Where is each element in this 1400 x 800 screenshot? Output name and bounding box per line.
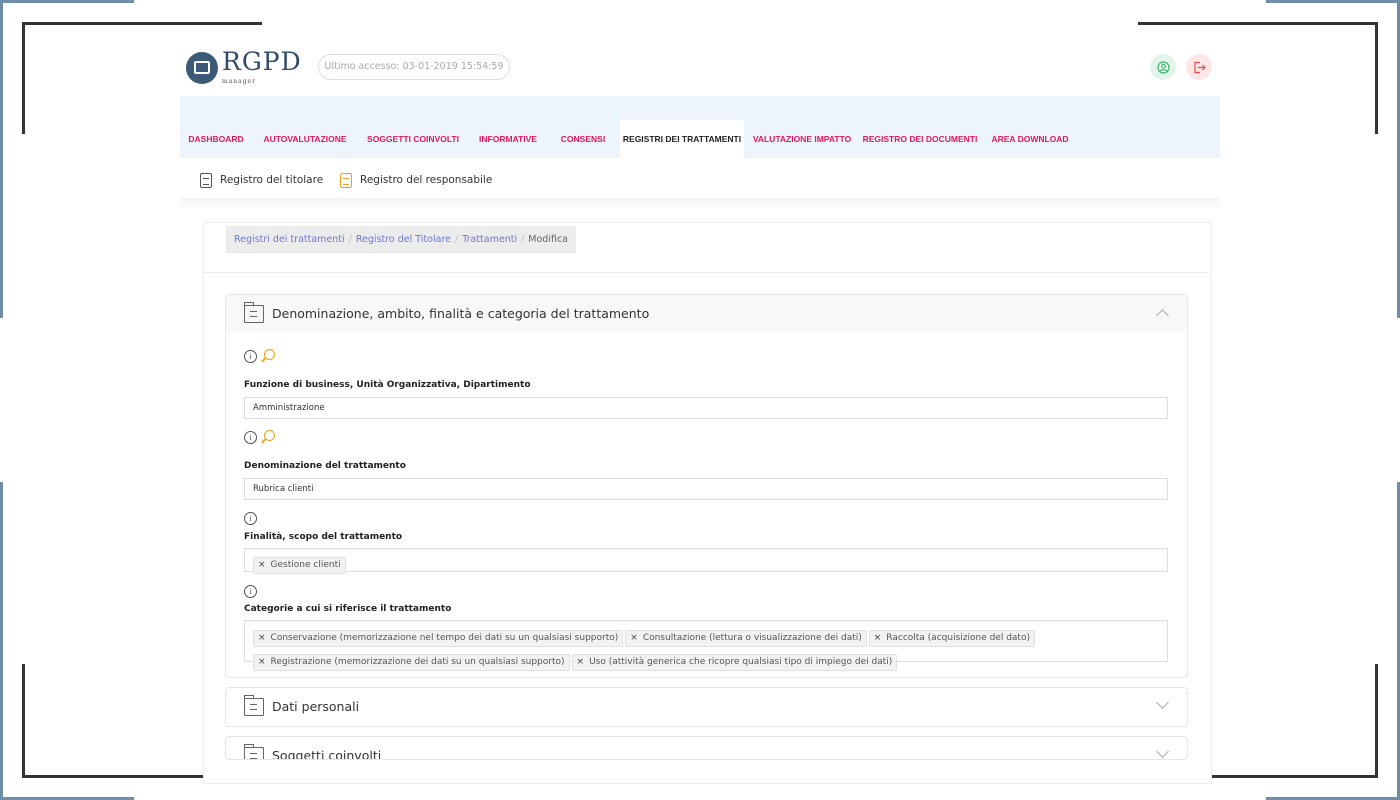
- tab-registro-dei-documenti[interactable]: REGISTRO DEI DOCUMENTI: [858, 120, 982, 158]
- field-label: Denominazione del trattamento: [244, 461, 406, 471]
- business-function-input[interactable]: Amministrazione: [244, 397, 1168, 419]
- tag-chip: × Registrazione (memorizzazione dei dati …: [253, 654, 570, 671]
- purpose-tag-input[interactable]: × Gestione clienti: [244, 548, 1168, 574]
- document-icon: [200, 172, 212, 188]
- tag-label: Raccolta (acquisizione del dato): [886, 633, 1030, 643]
- tab-valutazione-impatto[interactable]: VALUTAZIONE IMPATTO: [746, 120, 858, 158]
- info-icon[interactable]: i: [244, 585, 257, 598]
- remove-tag-icon[interactable]: ×: [630, 633, 638, 643]
- subnav-label: Registro del titolare: [220, 174, 324, 186]
- tab-consensi[interactable]: CONSENSI: [548, 120, 618, 158]
- tag-label: Consultazione (lettura o visualizzazione…: [642, 633, 862, 643]
- breadcrumb-separator: /: [521, 234, 525, 245]
- info-icon[interactable]: i: [244, 350, 257, 363]
- tab-area-download[interactable]: AREA DOWNLOAD: [982, 120, 1078, 158]
- field-label: Funzione di business, Unità Organizzativ…: [244, 380, 531, 390]
- tab-dashboard[interactable]: DASHBOARD: [180, 120, 252, 158]
- brand-name: RGPD: [222, 47, 302, 76]
- tab-soggetti-coinvolti[interactable]: SOGGETTI COINVOLTI: [358, 120, 468, 158]
- brand-logo[interactable]: RGPD manager: [186, 48, 302, 92]
- last-access-badge: Ultimo accesso: 03-01-2019 15:54:59: [318, 54, 510, 80]
- remove-tag-icon[interactable]: ×: [258, 560, 266, 570]
- tag-chip: × Conservazione (memorizzazione nel tempo…: [253, 630, 624, 647]
- section-panel-dati-personali[interactable]: Dati personali: [225, 687, 1188, 727]
- tag-chip: × Uso (attività generica che ricopre qual…: [571, 654, 898, 671]
- folder-icon: [244, 302, 264, 323]
- tab-informative[interactable]: INFORMATIVE: [468, 120, 548, 158]
- section-header[interactable]: Denominazione, ambito, finalità e catego…: [226, 295, 1187, 333]
- search-icon[interactable]: [264, 349, 275, 360]
- breadcrumb-separator: /: [348, 234, 352, 245]
- tag-label: Registrazione (memorizzazione dei dati s…: [270, 657, 565, 667]
- remove-tag-icon[interactable]: ×: [258, 633, 266, 643]
- section-title: Dati personali: [272, 699, 360, 714]
- treatment-name-input[interactable]: Rubrica clienti: [244, 478, 1168, 500]
- section-panel-soggetti-coinvolti[interactable]: Soggetti coinvolti: [225, 736, 1188, 760]
- breadcrumb-current: Modifica: [528, 234, 569, 245]
- chevron-down-icon[interactable]: [1156, 745, 1169, 758]
- breadcrumb-link[interactable]: Trattamenti: [462, 234, 517, 245]
- folder-icon: [244, 744, 264, 759]
- info-icon[interactable]: i: [244, 512, 257, 525]
- section-title: Soggetti coinvolti: [272, 748, 382, 760]
- logo-badge-icon: [186, 52, 218, 84]
- search-icon[interactable]: [264, 430, 275, 441]
- remove-tag-icon[interactable]: ×: [577, 657, 585, 667]
- field-label: Categorie a cui si riferisce il trattame…: [244, 604, 452, 614]
- tag-chip: × Raccolta (acquisizione del dato): [868, 630, 1035, 647]
- chevron-down-icon[interactable]: [1156, 696, 1169, 709]
- user-icon[interactable]: [1150, 54, 1176, 80]
- section-shadow: [180, 198, 1220, 210]
- tag-label: Conservazione (memorizzazione nel tempo …: [270, 633, 619, 643]
- section-title: Denominazione, ambito, finalità e catego…: [272, 306, 650, 321]
- tab-autovalutazione[interactable]: AUTOVALUTAZIONE: [252, 120, 358, 158]
- folder-icon: [244, 695, 264, 716]
- logout-icon[interactable]: [1186, 54, 1212, 80]
- chevron-up-icon[interactable]: [1156, 309, 1169, 322]
- divider: [204, 272, 1210, 273]
- remove-tag-icon[interactable]: ×: [258, 657, 266, 667]
- tag-label: Uso (attività generica che ricopre quals…: [589, 657, 893, 667]
- document-icon: [340, 172, 352, 188]
- brand-subtitle: manager: [222, 78, 256, 85]
- categories-tag-input[interactable]: × Conservazione (memorizzazione nel tempo…: [244, 620, 1168, 671]
- tag-label: Gestione clienti: [270, 560, 341, 570]
- tag-chip: × Consultazione (lettura o visualizzazion…: [625, 630, 867, 647]
- remove-tag-icon[interactable]: ×: [874, 633, 882, 643]
- tab-registri-dei-trattamenti[interactable]: REGISTRI DEI TRATTAMENTI: [620, 120, 744, 158]
- breadcrumb-link[interactable]: Registro del Titolare: [356, 234, 451, 245]
- breadcrumb-separator: /: [455, 234, 459, 245]
- subnav-registro-responsabile[interactable]: Registro del responsabile: [340, 170, 492, 190]
- info-icon[interactable]: i: [244, 431, 257, 444]
- subnav-registro-titolare[interactable]: Registro del titolare: [200, 170, 323, 190]
- field-label: Finalità, scopo del trattamento: [244, 532, 403, 542]
- breadcrumb: Registri dei trattamenti / Registro del Ti…: [226, 226, 577, 253]
- tag-chip: × Gestione clienti: [253, 557, 346, 574]
- subnav-label: Registro del responsabile: [360, 174, 493, 186]
- breadcrumb-link[interactable]: Registri dei trattamenti: [234, 234, 345, 245]
